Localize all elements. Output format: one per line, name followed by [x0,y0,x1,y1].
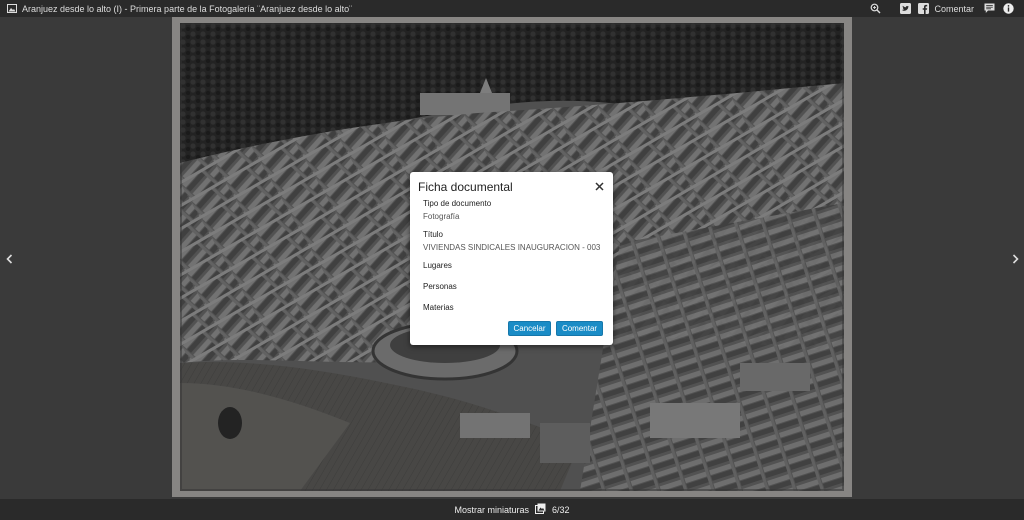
field-label-title: Título [423,230,444,239]
next-photo-button[interactable] [1010,252,1020,266]
field-value-title: VIVIENDAS SINDICALES INAUGURACION - 003 [423,243,601,252]
dialog-title: Ficha documental [418,180,513,194]
close-icon [594,181,604,191]
comment-link[interactable]: Comentar [934,4,974,14]
thumbnails-icon[interactable] [535,501,546,519]
document-record-dialog: Ficha documental Tipo de documento Fotog… [410,172,613,345]
top-actions: Comentar [870,0,1014,17]
field-label-places: Lugares [423,261,452,270]
comment-icon[interactable] [984,3,995,14]
comment-button[interactable]: Comentar [556,321,603,336]
close-button[interactable] [594,181,604,191]
cancel-button[interactable]: Cancelar [508,321,551,336]
chevron-right-icon [1012,254,1019,264]
title-group: Aranjuez desde lo alto (I) - Primera par… [0,0,352,18]
field-value-document-type: Fotografía [423,212,460,221]
bottom-bar: Mostrar miniaturas 6/32 [0,499,1024,520]
zoom-icon[interactable] [870,3,881,14]
twitter-icon[interactable] [900,3,912,14]
show-thumbnails-link[interactable]: Mostrar miniaturas [454,505,529,515]
top-bar: Aranjuez desde lo alto (I) - Primera par… [0,0,1024,17]
image-icon [7,0,17,18]
previous-photo-button[interactable] [4,252,14,266]
field-label-subjects: Materias [423,303,454,312]
field-label-people: Personas [423,282,457,291]
facebook-icon[interactable] [918,3,930,14]
field-label-document-type: Tipo de documento [423,199,492,208]
photo-counter: 6/32 [552,504,570,515]
info-icon[interactable] [1003,3,1014,14]
gallery-title: Aranjuez desde lo alto (I) - Primera par… [22,3,353,14]
chevron-left-icon [5,254,12,264]
